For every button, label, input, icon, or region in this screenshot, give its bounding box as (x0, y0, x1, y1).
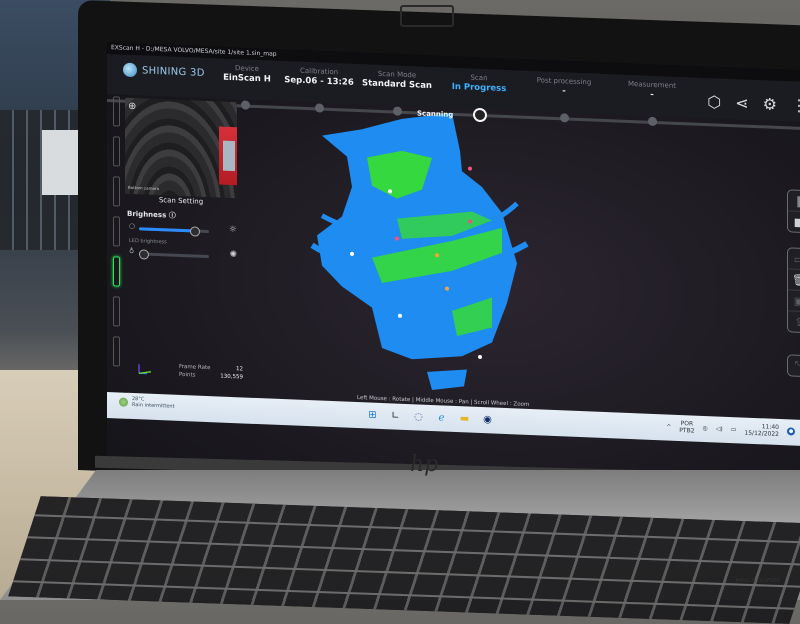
delete-icon[interactable]: 🗑 (788, 269, 800, 291)
scan-stats: Frame Rate12 Points130,559 (179, 363, 243, 382)
edge-icon[interactable]: ℯ (436, 412, 447, 423)
left-rail (113, 96, 123, 396)
rail-tab[interactable] (113, 336, 120, 366)
lang-bottom: PTB2 (679, 427, 694, 435)
einscan-app-icon[interactable]: ◉ (482, 414, 493, 425)
pause-icon[interactable]: ‖ (788, 190, 800, 212)
points-label: Points (179, 371, 196, 380)
rail-tab[interactable] (113, 296, 120, 326)
scan-control-group: ‖ ■ (787, 189, 800, 233)
camera-label: Bottom camera (128, 185, 159, 191)
step-scan[interactable]: Scan In Progress (434, 72, 524, 95)
globe-icon (123, 63, 137, 78)
rail-tab[interactable] (113, 136, 120, 166)
red-object (219, 126, 237, 185)
frame-rate-value: 12 (236, 365, 243, 373)
align-group: ⤡ (787, 354, 800, 377)
language-indicator[interactable]: POR PTB2 (679, 420, 694, 435)
export-icon[interactable]: ⇪ (788, 311, 800, 332)
brightness-low-icon: ○ (129, 222, 135, 230)
brightness-slider[interactable]: ○ ☼ (129, 223, 229, 237)
save-icon[interactable]: ▣ (788, 290, 800, 312)
bulb-icon: ♁ (129, 247, 134, 255)
step-measurement[interactable]: Measurement - (607, 79, 697, 102)
rail-tab[interactable] (113, 176, 120, 206)
slider-knob[interactable] (139, 249, 149, 259)
slider-track (139, 252, 209, 258)
slider-knob[interactable] (190, 226, 200, 236)
rail-tab-active[interactable] (113, 256, 120, 286)
info-icon[interactable]: ⓘ (169, 211, 176, 219)
step-node-measurement[interactable] (648, 117, 657, 126)
chat-icon[interactable]: ◌ (413, 411, 424, 422)
laptop-screen: EXScan H - D:/MESA VOLVO/MESA/site 1/sit… (107, 42, 800, 488)
brightness-label: Brighness ⓘ (127, 209, 176, 221)
webcam-cover (400, 5, 454, 27)
axis-gizmo (137, 363, 153, 376)
system-tray: ^ POR PTB2 ◎ ◁) ▭ 11:40 15/12/2022 ● (666, 419, 795, 438)
slider-track (139, 227, 209, 233)
auto-align-icon[interactable]: ⤡ (788, 355, 800, 376)
brightness-text: Brighness (127, 210, 166, 220)
date: 15/12/2022 (744, 430, 779, 438)
step-node-post-processing[interactable] (560, 113, 569, 122)
select-icon[interactable]: ▭ (788, 248, 800, 270)
3d-model-icon[interactable]: ⬡ (707, 92, 721, 112)
camera-preview: ⊕ Bottom camera (125, 98, 237, 198)
key-row-gap (20, 558, 800, 588)
clock[interactable]: 11:40 15/12/2022 (744, 423, 779, 438)
notification-icon[interactable]: ● (787, 427, 795, 435)
key-row-gap (13, 580, 795, 610)
volume-icon[interactable]: ◁) (716, 425, 723, 432)
audio-brand: BANG & OLUFSEN (735, 578, 780, 584)
brightness-high-icon: ☼ (229, 225, 237, 235)
rail-tab[interactable] (113, 216, 120, 246)
led-brightness-slider[interactable]: ♁ ✺ (129, 248, 229, 262)
share-icon[interactable]: ⋖ (735, 93, 748, 113)
weather-desc: Rain intermittent (132, 402, 175, 410)
hp-logo: hp (410, 452, 438, 477)
edit-tools-group: ▭ 🗑 ▣ ⇪ (787, 247, 800, 333)
scanning-status: Scanning (417, 109, 453, 118)
file-explorer-icon[interactable]: ▬ (459, 413, 470, 424)
points-value: 130,559 (220, 373, 243, 382)
key-row-gap (34, 514, 800, 544)
led-icon: ✺ (229, 250, 237, 260)
tray-overflow-icon[interactable]: ^ (666, 423, 671, 430)
step-scan-mode[interactable]: Scan Mode Standard Scan (352, 69, 442, 92)
step-post-processing[interactable]: Post processing - (519, 76, 609, 99)
rail-tab[interactable] (113, 96, 120, 126)
slider-fill (139, 227, 194, 232)
step-calibration[interactable]: Calibration Sep.06 - 13:26 (274, 66, 364, 89)
more-icon[interactable]: ⋮ (791, 95, 800, 115)
top-toolbar: ⬡ ⋖ ⚙ ⋮ (707, 92, 800, 115)
network-icon[interactable]: ◎ (703, 424, 708, 431)
led-brightness-label: LED brightness (129, 238, 167, 246)
taskbar-apps: ⊞ ∟ ◌ ℯ ▬ ◉ (367, 409, 493, 425)
stop-icon[interactable]: ■ (788, 211, 800, 232)
brand-logo: SHINING 3D (123, 63, 205, 80)
surface-fragment (427, 368, 467, 392)
point-cloud-viewport[interactable] (302, 105, 542, 405)
windows-start-icon[interactable]: ⊞ (367, 409, 378, 420)
battery-icon[interactable]: ▭ (731, 426, 737, 433)
zoom-in-icon[interactable]: ⊕ (128, 101, 136, 112)
key-row-gap (27, 536, 800, 566)
weather-icon (119, 397, 128, 406)
task-view-icon[interactable]: ∟ (390, 410, 401, 421)
marker-point (478, 355, 482, 359)
settings-icon[interactable]: ⚙ (763, 94, 777, 114)
step-node-device[interactable] (241, 100, 250, 109)
weather-widget[interactable]: 28°C Rain intermittent (119, 395, 175, 409)
marker-point (468, 166, 472, 170)
brand-name: SHINING 3D (142, 65, 205, 79)
